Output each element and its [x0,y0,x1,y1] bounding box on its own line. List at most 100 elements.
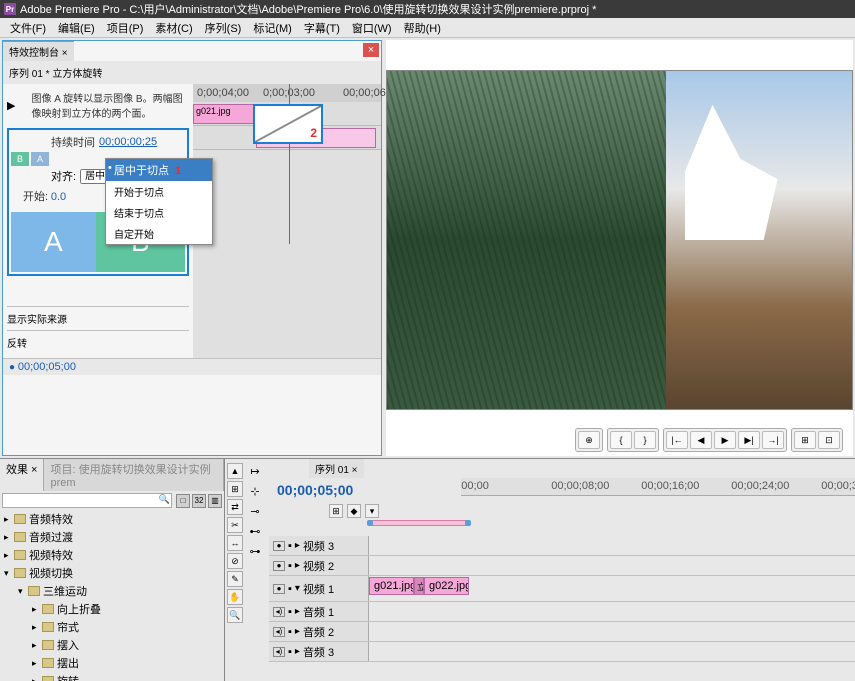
track-toggle-v3[interactable]: ● [273,541,285,551]
duration-label: 持续时间 [51,134,95,150]
menu-clip[interactable]: 素材(C) [149,20,198,36]
track-toggle-a2[interactable]: ◂) [273,627,285,637]
mini-time-1: 0;00;04;00 [197,87,249,99]
track-toggle-v1[interactable]: ● [273,584,285,594]
menu-title[interactable]: 字幕(T) [298,20,346,36]
tl-tool-4[interactable]: ↔ [227,535,243,551]
track-label-v3: 视频 3 [303,538,334,554]
mark-in-button[interactable]: { [610,431,632,449]
tl-tool-3[interactable]: ✂ [227,517,243,533]
lock-icon[interactable]: ▪ [288,540,292,552]
tree-node[interactable]: ▸帘式 [0,618,224,636]
lock-icon[interactable]: ▪ [288,626,292,638]
transition-region[interactable]: 2 [253,104,323,144]
tl-tool-6[interactable]: ✎ [227,571,243,587]
ruler-label: 00;00;08;00 [551,480,609,492]
menu-window[interactable]: 窗口(W) [346,20,398,36]
dropdown-item-end[interactable]: 结束于切点 [106,202,212,223]
project-tab[interactable]: 项目: 使用旋转切换效果设计实例prem [44,459,224,491]
tl-snap-3[interactable]: ⊷ [247,523,263,539]
effects-search-input[interactable] [2,493,172,508]
lift-button[interactable]: ⊞ [794,431,816,449]
menu-file[interactable]: 文件(F) [4,20,52,36]
expand-icon[interactable]: ▶ [7,99,15,112]
tree-node[interactable]: ▸旋转 [0,672,224,681]
extract-button[interactable]: ⊡ [818,431,840,449]
effect-mini-timeline[interactable]: 0;00;04;00 0;00;03;00 00;00;06 g021.jpg … [193,84,381,244]
track-toggle-v2[interactable]: ● [273,561,285,571]
timeline-transition[interactable]: 立 [414,577,424,595]
tl-snap-1[interactable]: ⊹ [247,483,263,499]
effects-tree[interactable]: ▸音频特效▸音频过渡▸视频特效▾视频切换▾三维运动▸向上折叠▸帘式▸摆入▸摆出▸… [0,510,224,681]
tl-snap-2[interactable]: ⊸ [247,503,263,519]
ruler-label: 00;00;32;00 [821,480,855,492]
menu-edit[interactable]: 编辑(E) [52,20,101,36]
tree-node[interactable]: ▾视频切换 [0,564,224,582]
marker-icon[interactable]: ◆ [347,504,361,518]
filter-32-icon[interactable]: 32 [192,494,206,508]
effects-tab[interactable]: 效果 × [0,459,44,491]
filter-yuv-icon[interactable]: ▥ [208,494,222,508]
lock-icon[interactable]: ▪ [288,606,292,618]
tree-node[interactable]: ▸摆出 [0,654,224,672]
timeline-clip-1[interactable]: g021.jpg [369,577,414,595]
tl-snap-4[interactable]: ⊶ [247,543,263,559]
align-label: 对齐: [51,168,76,184]
settings-icon[interactable]: ▾ [365,504,379,518]
duration-value[interactable]: 00;00;00;25 [99,136,157,148]
filter-fx-icon[interactable]: □ [176,494,190,508]
tl-snap-0[interactable]: ↦ [247,463,263,479]
tl-tool-8[interactable]: 🔍 [227,607,243,623]
lock-icon[interactable]: ▪ [288,560,292,572]
go-to-in-button[interactable]: |← [666,431,688,449]
menu-help[interactable]: 帮助(H) [398,20,447,36]
track-label-a2: 音频 2 [303,624,334,640]
timeline-toolbar: ▲ ⊞ ⇄ ✂ ↔ ⊘ ✎ ✋ 🔍 [227,463,245,623]
dropdown-item-start[interactable]: 开始于切点 [106,181,212,202]
tl-tool-2[interactable]: ⇄ [227,499,243,515]
timeline-clip-2[interactable]: g022.jpg [424,577,469,595]
tl-tool-0[interactable]: ▲ [227,463,243,479]
transport-controls: ⊕ { } |← ◀ ▶ ▶| →| ⊞ ⊡ [575,428,843,452]
sequence-tab[interactable]: 序列 01 × [309,459,364,478]
show-actual-sources[interactable]: 显示实际来源 [7,306,189,330]
tl-tool-5[interactable]: ⊘ [227,553,243,569]
tree-node[interactable]: ▸视频特效 [0,546,224,564]
menu-project[interactable]: 项目(P) [101,20,150,36]
panel-close-button[interactable]: × [363,43,379,57]
lock-icon[interactable]: ▪ [288,646,292,658]
track-toggle-a3[interactable]: ◂) [273,647,285,657]
timeline-current-time[interactable]: 00;00;05;00 [269,478,361,502]
add-marker-button[interactable]: ⊕ [578,431,600,449]
timeline-ruler[interactable]: 00;0000;00;08;0000;00;16;0000;00;24;0000… [461,478,855,496]
track-toggle-a1[interactable]: ◂) [273,607,285,617]
mark-out-button[interactable]: } [634,431,656,449]
tree-node[interactable]: ▸音频过渡 [0,528,224,546]
play-button[interactable]: ▶ [714,431,736,449]
reverse-toggle[interactable]: 反转 [7,330,189,354]
start-value[interactable]: 0.0 [51,191,66,203]
menu-sequence[interactable]: 序列(S) [199,20,248,36]
dropdown-item-custom[interactable]: 自定开始 [106,223,212,244]
go-to-out-button[interactable]: →| [762,431,784,449]
menu-marker[interactable]: 标记(M) [247,20,298,36]
align-dropdown: •居中于切点1 开始于切点 结束于切点 自定开始 [105,158,213,245]
snap-icon[interactable]: ⊞ [329,504,343,518]
tree-node[interactable]: ▸向上折叠 [0,600,224,618]
tl-tool-7[interactable]: ✋ [227,589,243,605]
footer-timecode[interactable]: 00;00;05;00 [18,361,76,373]
work-area-bar[interactable] [369,520,855,528]
effect-controls-tab[interactable]: 特效控制台 × [3,41,74,61]
annotation-1: 1 [175,165,181,177]
track-label-a3: 音频 3 [303,644,334,660]
step-forward-button[interactable]: ▶| [738,431,760,449]
tree-node[interactable]: ▸音频特效 [0,510,224,528]
tree-node[interactable]: ▸摆入 [0,636,224,654]
dropdown-item-center[interactable]: •居中于切点1 [106,159,212,181]
tl-tool-1[interactable]: ⊞ [227,481,243,497]
tree-node[interactable]: ▾三维运动 [0,582,224,600]
ruler-label: 00;00 [461,480,489,492]
lock-icon[interactable]: ▪ [288,583,292,595]
menu-bar[interactable]: 文件(F) 编辑(E) 项目(P) 素材(C) 序列(S) 标记(M) 字幕(T… [0,18,855,38]
step-back-button[interactable]: ◀ [690,431,712,449]
